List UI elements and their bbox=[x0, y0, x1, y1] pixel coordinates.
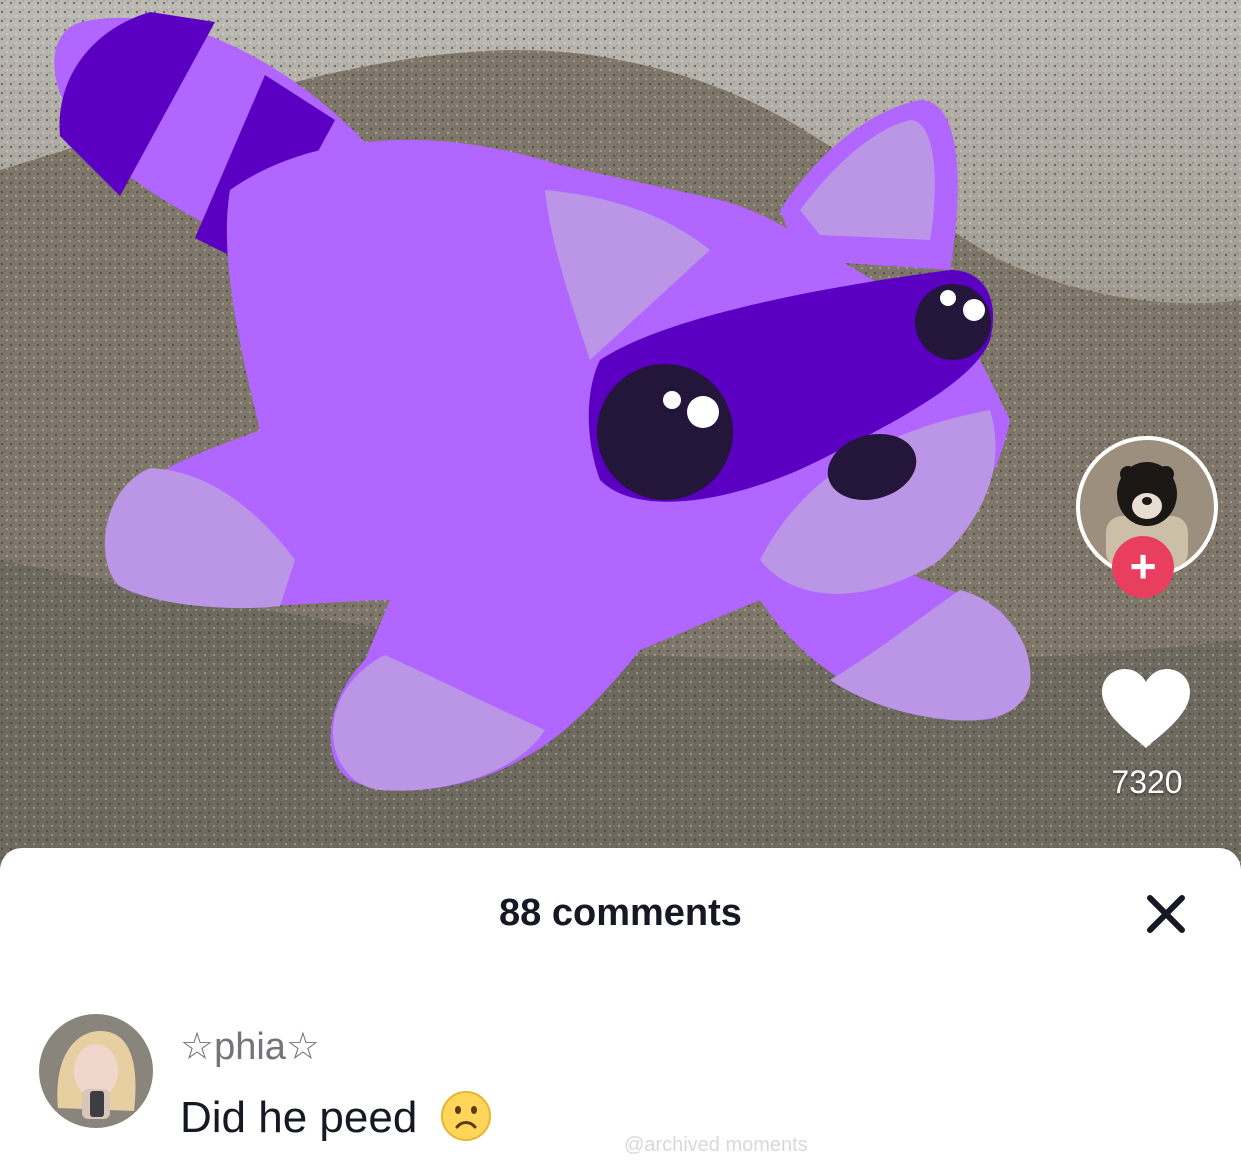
video-player[interactable] bbox=[0, 0, 1241, 880]
comments-count-title: 88 comments bbox=[499, 892, 742, 934]
comment-text-line: Did he peed bbox=[180, 1090, 492, 1143]
watermark-text: @archived moments bbox=[624, 1134, 808, 1156]
close-icon bbox=[1147, 895, 1185, 933]
follow-plus-button[interactable]: + bbox=[1112, 536, 1174, 598]
comment-username[interactable]: ☆phia☆ bbox=[180, 1024, 320, 1069]
like-count: 7320 bbox=[1111, 764, 1183, 800]
tiktok-video-screen: + 7320 88 comments ☆phia☆ Did he peed @a… bbox=[0, 0, 1241, 1171]
plus-icon: + bbox=[1129, 540, 1157, 592]
commenter-avatar-image bbox=[39, 1014, 153, 1128]
slightly-frowning-face-icon bbox=[440, 1091, 491, 1141]
video-frame bbox=[0, 0, 1241, 880]
comment-text: Did he peed bbox=[180, 1093, 418, 1142]
comments-sheet: 88 comments ☆phia☆ Did he peed @archived… bbox=[0, 848, 1241, 1171]
like-button[interactable] bbox=[1100, 668, 1192, 750]
comment-item: ☆phia☆ Did he peed bbox=[38, 1010, 1198, 1150]
close-comments-button[interactable] bbox=[1140, 888, 1192, 940]
commenter-avatar[interactable] bbox=[38, 1013, 154, 1129]
heart-icon bbox=[1102, 669, 1190, 748]
